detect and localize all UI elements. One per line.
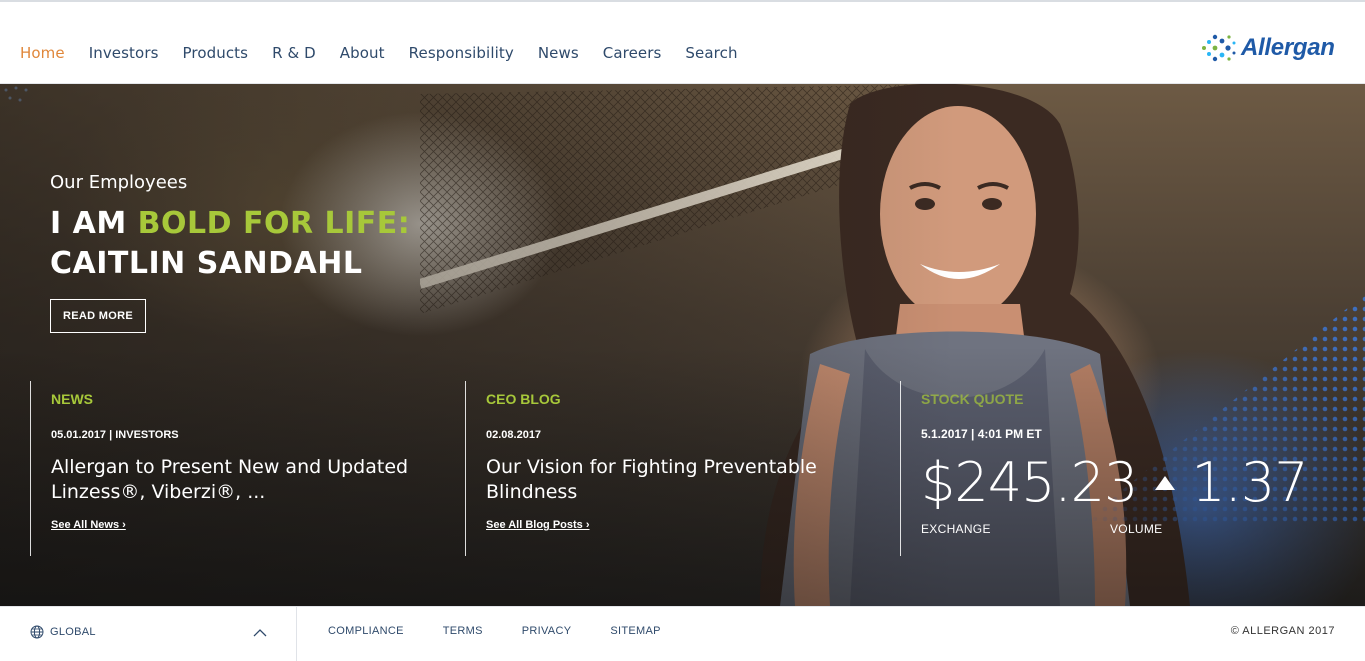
nav-about[interactable]: About (340, 44, 385, 62)
headline-part1: I AM (50, 206, 138, 241)
nav-careers[interactable]: Careers (603, 44, 662, 62)
footer-divider (296, 607, 297, 661)
logo-text: Allergan (1241, 34, 1335, 61)
ceo-blog-column: CEO BLOG 02.08.2017 Our Vision for Fight… (465, 381, 885, 556)
up-arrow-icon (1155, 475, 1176, 490)
nav-news[interactable]: News (538, 44, 579, 62)
footer-link-sitemap[interactable]: SITEMAP (610, 625, 660, 637)
footer-link-privacy[interactable]: PRIVACY (522, 625, 572, 637)
site-header: Home Investors Products R & D About Resp… (0, 0, 1365, 84)
stock-row: $245.23 1.37 (921, 451, 1340, 514)
region-selector[interactable]: GLOBAL (30, 625, 96, 639)
stock-quote-column: STOCK QUOTE 5.1.2017 | 4:01 PM ET $245.2… (900, 381, 1340, 556)
region-label: GLOBAL (50, 626, 96, 638)
news-label: NEWS (51, 391, 93, 407)
headline-line2: CAITLIN SANDAHL (50, 246, 363, 281)
news-column: NEWS 05.01.2017 | INVESTORS Allergan to … (30, 381, 450, 556)
stock-price: $245.23 (921, 451, 1138, 514)
nav-rnd[interactable]: R & D (272, 44, 316, 62)
allergan-logo[interactable]: Allergan (1200, 30, 1350, 66)
stock-label: STOCK QUOTE (921, 391, 1024, 407)
news-meta: 05.01.2017 | INVESTORS (51, 429, 179, 441)
blog-label: CEO BLOG (486, 391, 561, 407)
nav-search[interactable]: Search (685, 44, 737, 62)
nav-responsibility[interactable]: Responsibility (409, 44, 514, 62)
stock-meta: 5.1.2017 | 4:01 PM ET (921, 427, 1042, 441)
nav-home[interactable]: Home (20, 44, 65, 62)
hero-banner: Our Employees I AM BOLD FOR LIFE: CAITLI… (0, 84, 1365, 606)
blog-headline-link[interactable]: Our Vision for Fighting Preventable Blin… (486, 455, 885, 505)
see-all-blog-posts-link[interactable]: See All Blog Posts › (486, 519, 590, 531)
volume-label: VOLUME (1110, 522, 1163, 536)
footer-links: COMPLIANCE TERMS PRIVACY SITEMAP (328, 625, 700, 637)
hero-eyebrow: Our Employees (50, 172, 188, 193)
footer-link-compliance[interactable]: COMPLIANCE (328, 625, 404, 637)
globe-icon (30, 625, 44, 639)
copyright: © ALLERGAN 2017 (1230, 625, 1335, 637)
hero-headline: I AM BOLD FOR LIFE: CAITLIN SANDAHL (50, 204, 410, 284)
stock-change: 1.37 (1191, 451, 1308, 514)
read-more-button[interactable]: READ MORE (50, 299, 146, 333)
nav-products[interactable]: Products (183, 44, 249, 62)
stock-footer: EXCHANGE VOLUME (921, 522, 1340, 536)
blog-meta: 02.08.2017 (486, 429, 542, 441)
logo-dots-icon (1202, 34, 1236, 62)
exchange-label: EXCHANGE (921, 522, 991, 536)
site-footer: GLOBAL COMPLIANCE TERMS PRIVACY SITEMAP … (0, 606, 1365, 661)
footer-link-terms[interactable]: TERMS (443, 625, 483, 637)
news-headline-link[interactable]: Allergan to Present New and Updated Linz… (51, 455, 450, 505)
nav-investors[interactable]: Investors (89, 44, 159, 62)
main-nav: Home Investors Products R & D About Resp… (20, 44, 762, 62)
see-all-news-link[interactable]: See All News › (51, 519, 126, 531)
headline-green: BOLD FOR LIFE: (137, 206, 411, 241)
chevron-up-icon[interactable] (252, 625, 268, 641)
